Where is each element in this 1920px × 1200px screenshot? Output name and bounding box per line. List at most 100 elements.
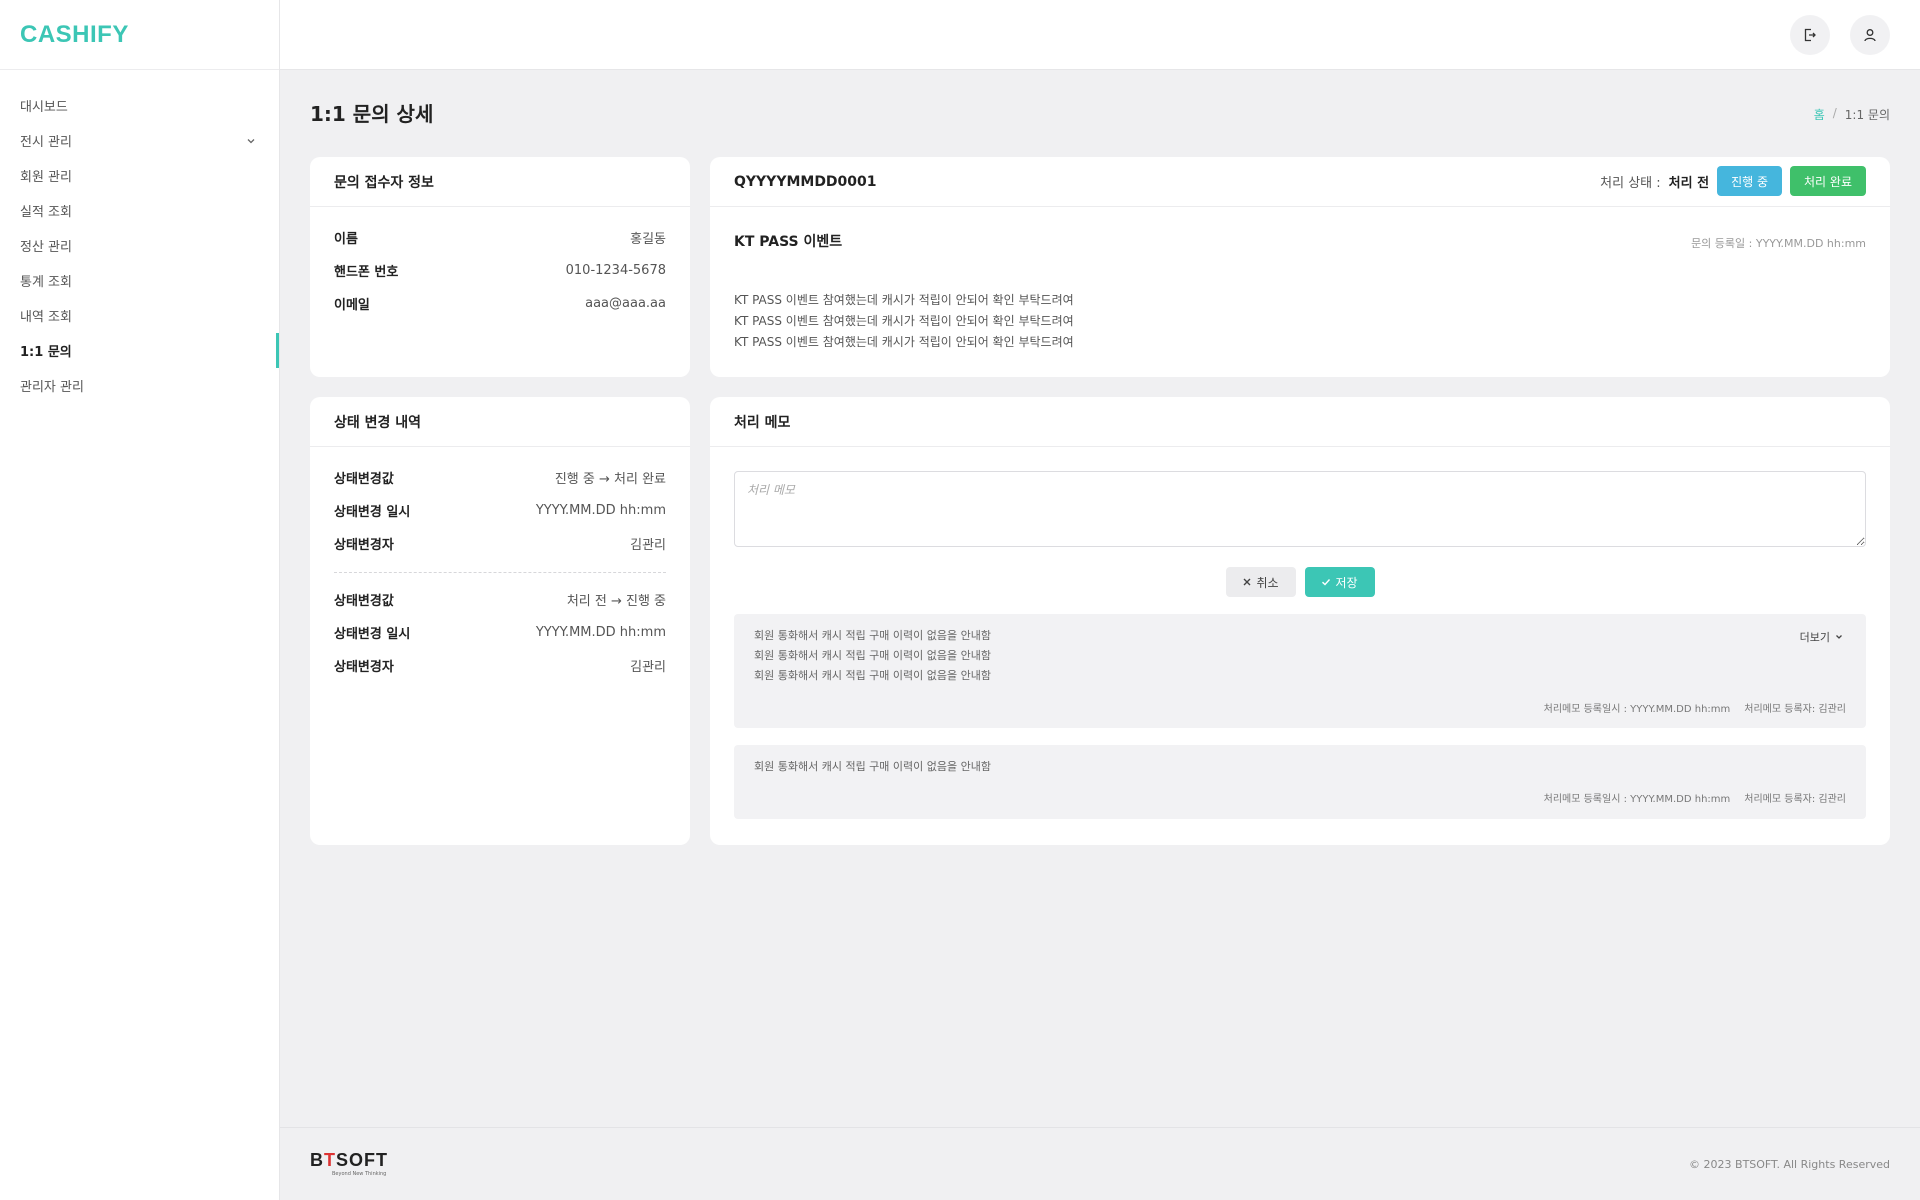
sidebar-item-label: 정산 관리 <box>20 240 72 255</box>
set-in-progress-button[interactable]: 진행 중 <box>1717 166 1783 196</box>
status-control: 처리 상태 : 처리 전 진행 중 처리 완료 <box>1600 166 1866 196</box>
footer-tagline: Beyond New Thinking <box>332 1171 387 1177</box>
memo-entry-text: 회원 통화해서 캐시 적립 구매 이력이 없음을 안내함 회원 통화해서 캐시 … <box>754 626 1846 686</box>
logout-button[interactable] <box>1790 15 1830 55</box>
inquiry-date: 문의 등록일 : YYYY.MM.DD hh:mm <box>1691 237 1866 250</box>
field-label: 이메일 <box>334 298 370 313</box>
history-group: 상태변경값 처리 전 → 진행 중 상태변경 일시 YYYY.MM.DD hh:… <box>334 583 666 682</box>
footer-brand: BTSOFT <box>310 1150 388 1171</box>
history-row-datetime: 상태변경 일시 YYYY.MM.DD hh:mm <box>334 494 666 527</box>
chevron-down-icon <box>1836 635 1842 639</box>
field-value: 010-1234-5678 <box>565 263 666 278</box>
memo-entry: 회원 통화해서 캐시 적립 구매 이력이 없음을 안내함 처리메모 등록일시 :… <box>734 745 1866 819</box>
inquiry-body-line: KT PASS 이벤트 참여했는데 캐시가 적립이 안되어 확인 부탁드려여 <box>734 293 1074 307</box>
sidebar-item-dashboard[interactable]: 대시보드 <box>0 88 279 123</box>
inquiry-title: KT PASS 이벤트 <box>734 234 843 250</box>
memo-entry-date: 처리메모 등록일시 : YYYY.MM.DD hh:mm <box>1543 794 1731 805</box>
footer: BTSOFT Beyond New Thinking © 2023 BTSOFT… <box>280 1127 1920 1200</box>
inquiry-content: KT PASS 이벤트 문의 등록일 : YYYY.MM.DD hh:mm KT… <box>710 207 1890 377</box>
history-group: 상태변경값 진행 중 → 처리 완료 상태변경 일시 YYYY.MM.DD hh… <box>334 461 666 560</box>
field-label: 상태변경값 <box>334 472 394 487</box>
field-value: aaa@aaa.aa <box>585 296 666 311</box>
sidebar-item-history[interactable]: 내역 조회 <box>0 298 279 333</box>
chevron-down-icon <box>247 139 255 144</box>
breadcrumb: 홈 / 1:1 문의 <box>1814 106 1890 123</box>
field-value: 처리 전 → 진행 중 <box>566 594 666 609</box>
memo-entry-author: 처리메모 등록자: 김관리 <box>1744 704 1846 715</box>
brand-rest: SOFT <box>336 1150 388 1170</box>
inquiry-body-line: KT PASS 이벤트 참여했는데 캐시가 적립이 안되어 확인 부탁드려여 <box>734 314 1074 328</box>
breadcrumb-home-link[interactable]: 홈 <box>1814 106 1825 123</box>
copyright: © 2023 BTSOFT. All Rights Reserved <box>1689 1158 1890 1171</box>
sidebar-item-display[interactable]: 전시 관리 <box>0 123 279 158</box>
history-row-changer: 상태변경자 김관리 <box>334 649 666 682</box>
memo-entry-date: 처리메모 등록일시 : YYYY.MM.DD hh:mm <box>1543 704 1731 715</box>
sidebar-item-label: 통계 조회 <box>20 275 72 290</box>
save-label: 저장 <box>1335 575 1358 590</box>
brand-letter-accent: T <box>324 1150 336 1170</box>
cancel-button[interactable]: 취소 <box>1225 567 1296 597</box>
sidebar-item-members[interactable]: 회원 관리 <box>0 158 279 193</box>
field-value: YYYY.MM.DD hh:mm <box>535 503 666 518</box>
set-complete-button[interactable]: 처리 완료 <box>1790 166 1866 196</box>
sidebar-item-label: 1:1 문의 <box>20 345 72 360</box>
sidebar-item-inquiry[interactable]: 1:1 문의 <box>0 333 279 368</box>
inquiry-detail-card: QYYYYMMDD0001 처리 상태 : 처리 전 진행 중 처리 완료 KT… <box>710 157 1890 377</box>
field-label: 이름 <box>334 232 358 247</box>
field-value: 김관리 <box>630 538 666 553</box>
inquiry-body-line: KT PASS 이벤트 참여했는데 캐시가 적립이 안되어 확인 부탁드려여 <box>734 335 1074 349</box>
sidebar-nav: 대시보드 전시 관리 회원 관리 실적 조회 정산 관리 통계 조회 내역 조회… <box>0 70 279 403</box>
memo-input[interactable] <box>734 471 1866 547</box>
memo-line: 회원 통화해서 캐시 적립 구매 이력이 없음을 안내함 <box>754 760 991 773</box>
process-memo-card: 처리 메모 취소 저장 회원 통화해서 캐시 적립 구매 이력이 없음을 안내함… <box>710 397 1890 845</box>
profile-button[interactable] <box>1850 15 1890 55</box>
sidebar-item-performance[interactable]: 실적 조회 <box>0 193 279 228</box>
requester-row-phone: 핸드폰 번호 010-1234-5678 <box>334 254 666 287</box>
check-icon <box>1322 579 1331 586</box>
more-button[interactable]: 더보기 <box>1800 629 1844 645</box>
history-row-change: 상태변경값 진행 중 → 처리 완료 <box>334 461 666 494</box>
memo-line: 회원 통화해서 캐시 적립 구매 이력이 없음을 안내함 <box>754 649 991 662</box>
history-divider <box>334 572 666 573</box>
memo-line: 회원 통화해서 캐시 적립 구매 이력이 없음을 안내함 <box>754 669 991 682</box>
save-button[interactable]: 저장 <box>1304 567 1375 597</box>
close-icon <box>1243 578 1251 586</box>
field-value: 홍길동 <box>630 232 666 247</box>
field-value: 김관리 <box>630 660 666 675</box>
sidebar-item-settlement[interactable]: 정산 관리 <box>0 228 279 263</box>
history-row-change: 상태변경값 처리 전 → 진행 중 <box>334 583 666 616</box>
field-label: 핸드폰 번호 <box>334 265 399 280</box>
status-label: 처리 상태 : <box>1600 175 1661 191</box>
history-card-title: 상태 변경 내역 <box>310 397 690 447</box>
requester-info-card: 문의 접수자 정보 이름 홍길동 핸드폰 번호 010-1234-5678 이메… <box>310 157 690 377</box>
history-row-datetime: 상태변경 일시 YYYY.MM.DD hh:mm <box>334 616 666 649</box>
sidebar-item-label: 관리자 관리 <box>20 380 84 395</box>
requester-row-email: 이메일 aaa@aaa.aa <box>334 287 666 320</box>
requester-row-name: 이름 홍길동 <box>334 221 666 254</box>
memo-entry-meta: 처리메모 등록일시 : YYYY.MM.DD hh:mm 처리메모 등록자: 김… <box>1544 790 1846 805</box>
field-value: YYYY.MM.DD hh:mm <box>535 625 666 640</box>
status-history-card: 상태 변경 내역 상태변경값 진행 중 → 처리 완료 상태변경 일시 YYYY… <box>310 397 690 845</box>
sidebar: CASHIFY 대시보드 전시 관리 회원 관리 실적 조회 정산 관리 통계 … <box>0 0 280 1200</box>
sidebar-item-statistics[interactable]: 통계 조회 <box>0 263 279 298</box>
sidebar-item-label: 전시 관리 <box>20 135 72 150</box>
more-label: 더보기 <box>1799 631 1830 644</box>
sidebar-item-label: 대시보드 <box>20 100 68 115</box>
app-logo[interactable]: CASHIFY <box>0 0 279 70</box>
brand-letter: B <box>310 1150 324 1170</box>
sidebar-item-label: 회원 관리 <box>20 170 72 185</box>
memo-card-title: 처리 메모 <box>710 397 1890 447</box>
inquiry-body: KT PASS 이벤트 참여했는데 캐시가 적립이 안되어 확인 부탁드려여 K… <box>734 290 1074 353</box>
cancel-label: 취소 <box>1256 575 1279 590</box>
sidebar-item-admins[interactable]: 관리자 관리 <box>0 368 279 403</box>
field-value: 진행 중 → 처리 완료 <box>554 472 666 487</box>
field-label: 상태변경자 <box>334 660 394 675</box>
memo-line: 회원 통화해서 캐시 적립 구매 이력이 없음을 안내함 <box>754 629 991 642</box>
memo-actions: 취소 저장 <box>710 567 1890 597</box>
field-label: 상태변경 일시 <box>334 627 411 642</box>
memo-entry-author: 처리메모 등록자: 김관리 <box>1744 794 1846 805</box>
top-header <box>280 0 1920 70</box>
breadcrumb-separator: / <box>1832 106 1837 120</box>
memo-entry-text: 회원 통화해서 캐시 적립 구매 이력이 없음을 안내함 <box>754 757 1846 777</box>
requester-card-title: 문의 접수자 정보 <box>310 157 690 207</box>
